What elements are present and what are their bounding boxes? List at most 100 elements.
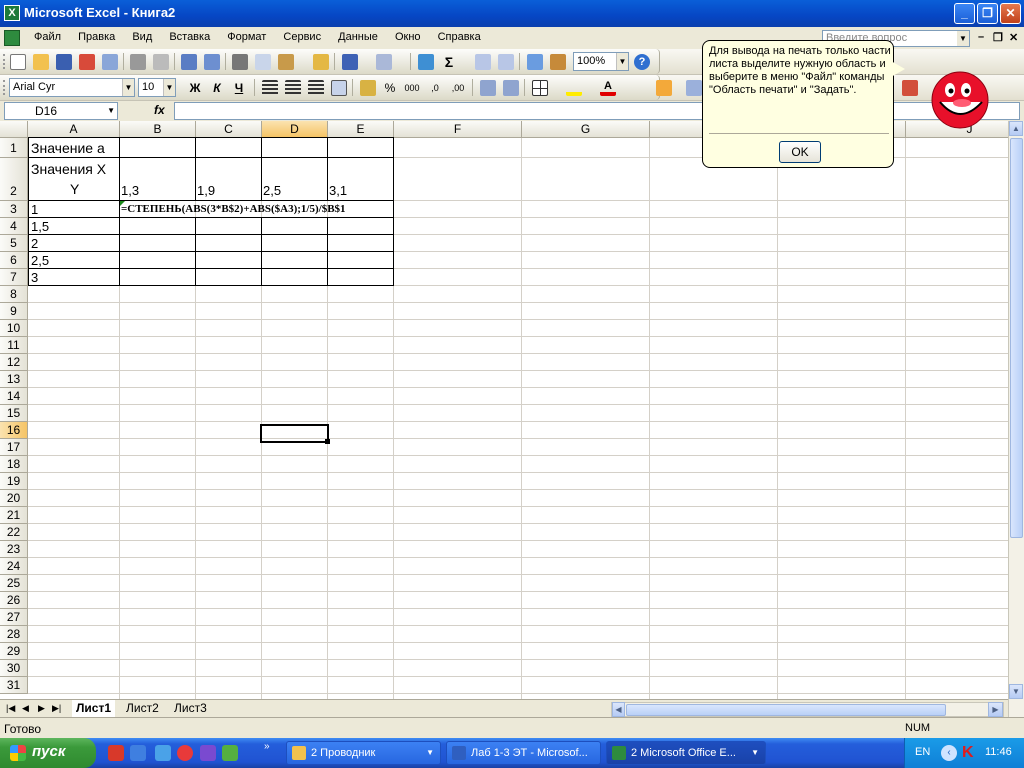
sheet-tab-2[interactable]: Лист2 [122,700,163,717]
fill-handle[interactable] [325,439,330,444]
chart-wizard-icon[interactable] [527,54,543,70]
quicklaunch-expand-icon[interactable]: » [264,741,270,752]
select-all-corner[interactable] [0,121,28,138]
open-folder-icon[interactable] [33,54,49,70]
cell-e4[interactable] [327,217,394,235]
office-assistant-icon[interactable] [928,70,992,130]
row-header[interactable]: 10 [0,320,28,337]
cell-d5[interactable] [261,234,328,252]
sort-ascending-icon[interactable] [475,54,491,70]
row-header[interactable]: 27 [0,609,28,626]
fill-color-icon[interactable] [566,80,582,96]
thousands-button[interactable]: 000 [403,79,421,97]
column-header-f[interactable]: F [394,121,522,138]
chevron-down-icon[interactable]: ▼ [163,79,175,96]
row-header[interactable]: 14 [0,388,28,405]
menu-help[interactable]: Справка [438,31,481,43]
menu-view[interactable]: Вид [132,31,152,43]
row-header[interactable]: 24 [0,558,28,575]
row-header[interactable]: 1 [0,138,28,158]
menu-insert[interactable]: Вставка [169,31,210,43]
column-header-e[interactable]: E [328,121,394,138]
next-sheet-icon[interactable]: ▶ [38,703,45,714]
cell-c1[interactable] [195,137,262,158]
row-header[interactable]: 25 [0,575,28,592]
row-header[interactable]: 21 [0,507,28,524]
column-header-b[interactable]: B [120,121,196,138]
cell-e1[interactable] [327,137,394,158]
cell-d6[interactable] [261,251,328,269]
start-button[interactable]: пуск [0,738,96,768]
language-indicator[interactable]: EN [915,746,930,758]
horizontal-scroll-thumb[interactable] [626,704,946,716]
active-cell-d16[interactable] [260,424,329,443]
quicklaunch-icon[interactable] [222,745,238,761]
row-header[interactable]: 30 [0,660,28,677]
quicklaunch-icon[interactable] [177,745,193,761]
row-header[interactable]: 22 [0,524,28,541]
cell-b5[interactable] [119,234,196,252]
cell-b6[interactable] [119,251,196,269]
quicklaunch-icon[interactable] [155,745,171,761]
row-header[interactable]: 12 [0,354,28,371]
underline-button[interactable]: Ч [230,79,248,97]
quicklaunch-icon[interactable] [108,745,124,761]
cell-b7[interactable] [119,268,196,286]
new-document-icon[interactable] [10,54,26,70]
copy-icon[interactable] [255,54,271,70]
cell-e5[interactable] [327,234,394,252]
cell-c4[interactable] [195,217,262,235]
redo-icon[interactable] [376,54,392,70]
drawing-icon[interactable] [550,54,566,70]
menu-tools[interactable]: Сервис [283,31,321,43]
row-header[interactable]: 29 [0,643,28,660]
cell-a7[interactable] [28,268,120,286]
toolbar-extra-icon[interactable] [686,80,702,96]
cell-c7[interactable] [195,268,262,286]
column-header-a[interactable]: A [28,121,120,138]
currency-icon[interactable] [360,80,376,96]
taskbar-button-excel[interactable]: 2 Microsoft Office E... ▼ [606,741,766,765]
horizontal-scrollbar[interactable]: ◀ ▶ [611,702,1004,717]
close-button[interactable]: ✕ [1000,3,1021,24]
last-sheet-icon[interactable]: ▶| [52,703,61,714]
scroll-down-icon[interactable]: ▼ [1009,684,1023,699]
row-header[interactable]: 31 [0,677,28,694]
align-left-icon[interactable] [262,80,278,96]
autosum-icon[interactable]: Σ [441,54,457,70]
workbook-icon[interactable] [4,30,20,46]
doc-minimize-button[interactable]: – [978,31,984,43]
menu-file[interactable]: Файл [34,31,61,43]
format-painter-icon[interactable] [313,54,329,70]
font-color-icon[interactable]: A [600,80,616,96]
first-sheet-icon[interactable]: |◀ [6,703,15,714]
scroll-right-icon[interactable]: ▶ [988,702,1003,717]
row-header[interactable]: 9 [0,303,28,320]
row-header[interactable]: 15 [0,405,28,422]
cell-a5[interactable] [28,234,120,252]
row-header[interactable]: 5 [0,235,28,252]
menu-format[interactable]: Формат [227,31,266,43]
hyperlink-icon[interactable] [418,54,434,70]
decrease-decimal-button[interactable]: ,00 [449,79,467,97]
sort-descending-icon[interactable] [498,54,514,70]
taskbar-button-explorer[interactable]: 2 Проводник ▼ [286,741,441,765]
font-size-select[interactable]: 10 ▼ [138,78,176,97]
cell-d4[interactable] [261,217,328,235]
chevron-down-icon[interactable]: ▼ [616,53,628,70]
sheet-tab-1[interactable]: Лист1 [72,700,116,717]
insert-function-icon[interactable]: fx [154,103,165,117]
row-header[interactable]: 18 [0,456,28,473]
row-header[interactable]: 2 [0,158,28,201]
font-name-select[interactable]: Arial Cyr ▼ [9,78,135,97]
merge-center-icon[interactable] [331,80,347,96]
row-header[interactable]: 7 [0,269,28,286]
cell-b4[interactable] [119,217,196,235]
percent-button[interactable]: % [381,79,399,97]
cell-c6[interactable] [195,251,262,269]
italic-button[interactable]: К [208,79,226,97]
increase-decimal-button[interactable]: ,0 [426,79,444,97]
menu-edit[interactable]: Правка [78,31,115,43]
clock[interactable]: 11:46 [985,746,1012,758]
cell-c5[interactable] [195,234,262,252]
